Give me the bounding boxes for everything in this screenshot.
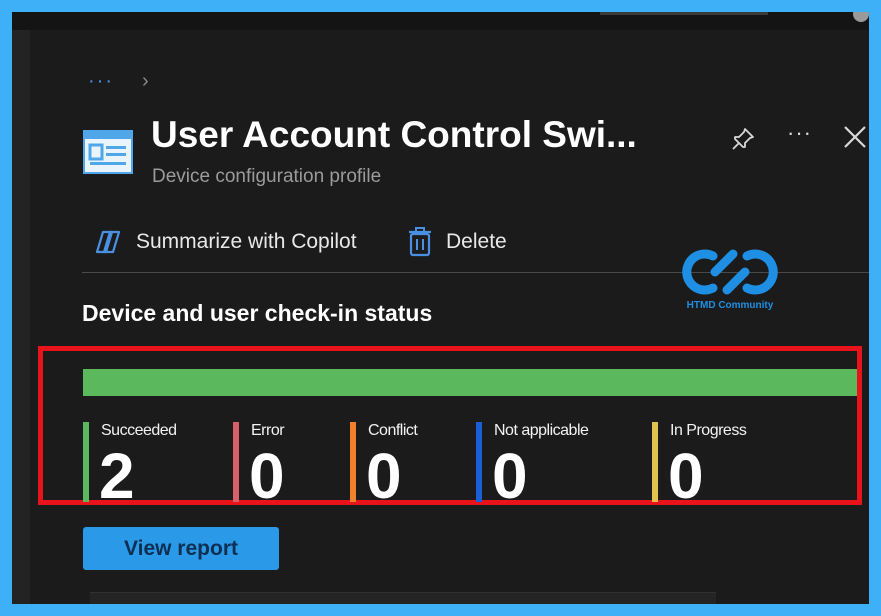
checkin-progress-bar [83, 369, 857, 396]
stat-value: 2 [99, 440, 135, 512]
stat-label: In Progress [670, 422, 747, 439]
stat-error: Error 0 [233, 422, 285, 508]
section-title: Device and user check-in status [82, 300, 433, 326]
view-report-button[interactable]: View report [83, 527, 279, 570]
breadcrumb-chevron-icon: › [142, 70, 149, 92]
stat-conflict: Conflict 0 [350, 422, 418, 508]
copilot-label: Summarize with Copilot [136, 230, 357, 253]
summarize-with-copilot-button[interactable]: Summarize with Copilot [94, 226, 357, 258]
top-strip [12, 12, 869, 30]
htmd-logo-icon [682, 249, 778, 295]
stat-in-progress: In Progress 0 [652, 422, 747, 508]
breadcrumb-ellipsis[interactable]: ··· [88, 70, 114, 93]
profile-blade: ··· › User Account Control Swi... Device… [30, 30, 869, 604]
stat-value: 0 [668, 440, 704, 512]
left-edge [12, 30, 30, 604]
delete-button[interactable]: Delete [408, 226, 507, 258]
stat-value: 0 [249, 440, 285, 512]
account-avatar[interactable] [853, 12, 869, 22]
trash-icon [409, 227, 431, 257]
app-frame: ··· › User Account Control Swi... Device… [12, 12, 869, 604]
page-title: User Account Control Swi... [151, 114, 637, 155]
stat-value: 0 [366, 440, 402, 512]
progress-succeeded-fill [83, 369, 857, 396]
bottom-card [90, 592, 716, 604]
stat-label: Succeeded [101, 422, 177, 439]
close-icon[interactable] [842, 124, 868, 150]
stat-succeeded: Succeeded 2 [83, 422, 177, 508]
htmd-community-logo: HTMD Community [675, 244, 785, 334]
top-strip-line [600, 12, 768, 15]
stat-label: Conflict [368, 422, 418, 439]
pin-icon[interactable] [730, 126, 756, 152]
watermark-text: HTMD Community [686, 300, 774, 311]
more-options-icon[interactable]: ··· [787, 120, 812, 146]
stat-value: 0 [492, 440, 528, 512]
page-subtitle: Device configuration profile [152, 166, 382, 187]
stat-not-applicable: Not applicable 0 [476, 422, 589, 508]
stat-marker [476, 422, 482, 502]
stat-label: Error [251, 422, 285, 439]
stat-label: Not applicable [494, 422, 589, 439]
stat-marker [350, 422, 356, 502]
stat-marker [652, 422, 658, 502]
profile-icon [83, 130, 133, 174]
delete-label: Delete [446, 230, 507, 253]
copilot-icon [95, 230, 121, 254]
stat-marker [233, 422, 239, 502]
stat-marker [83, 422, 89, 502]
